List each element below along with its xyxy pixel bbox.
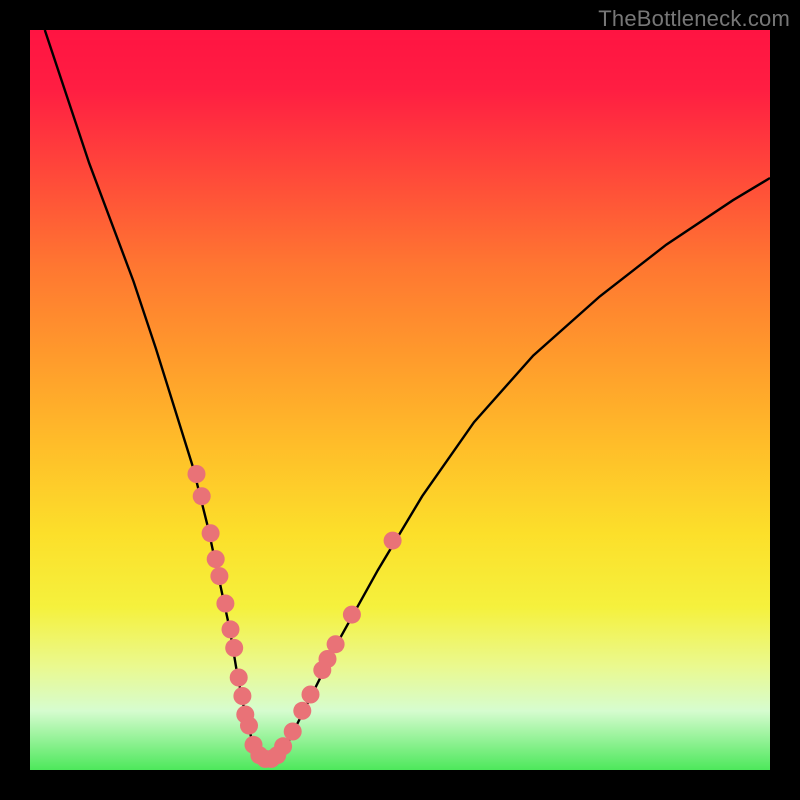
data-point [240, 717, 258, 735]
data-point [284, 723, 302, 741]
data-point [222, 620, 240, 638]
watermark-text: TheBottleneck.com [598, 6, 790, 32]
data-points [188, 465, 402, 768]
data-point [274, 737, 292, 755]
data-point [225, 639, 243, 657]
data-point [230, 669, 248, 687]
data-point [327, 635, 345, 653]
data-point [193, 487, 211, 505]
bottleneck-curve [45, 30, 770, 759]
data-point [207, 550, 225, 568]
data-point [216, 595, 234, 613]
data-point [293, 702, 311, 720]
data-point [202, 524, 220, 542]
data-point [210, 567, 228, 585]
data-point [384, 532, 402, 550]
chart-area [30, 30, 770, 770]
chart-svg [30, 30, 770, 770]
data-point [233, 687, 251, 705]
data-point [343, 606, 361, 624]
data-point [302, 686, 320, 704]
data-point [188, 465, 206, 483]
